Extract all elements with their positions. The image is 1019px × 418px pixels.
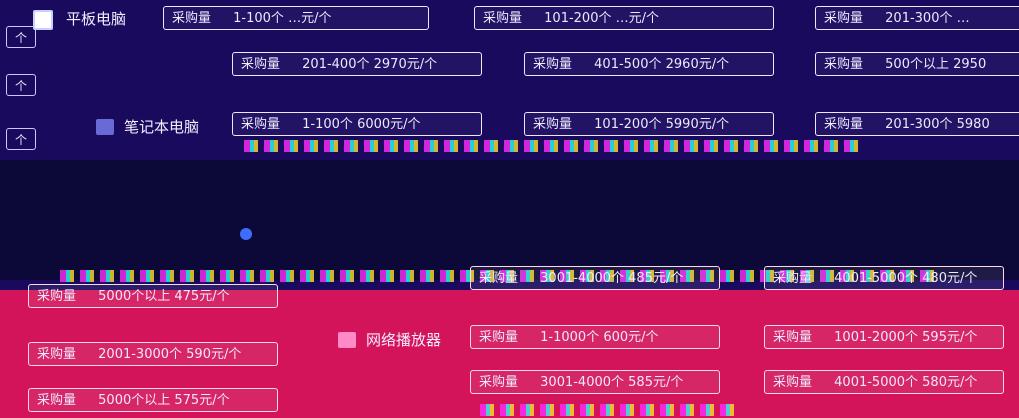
qty-label: 采购量 bbox=[483, 11, 523, 26]
qty-label: 采购量 bbox=[824, 57, 864, 72]
side-unit-1: 个 bbox=[6, 26, 36, 48]
blue-dot-icon bbox=[240, 228, 252, 240]
category-checkbox[interactable] bbox=[33, 10, 53, 30]
unit-price: 475元/个 bbox=[174, 289, 230, 304]
unit-price: 595元/个 bbox=[922, 330, 978, 345]
qty-range: 4001-5000个 bbox=[834, 271, 919, 286]
qty-label: 采购量 bbox=[824, 11, 864, 26]
side-unit-3: 个 bbox=[6, 128, 36, 150]
unit-price: 600元/个 bbox=[603, 330, 659, 345]
unit-price: 575元/个 bbox=[174, 393, 230, 408]
unit-price: 2970元/个 bbox=[373, 57, 438, 72]
price-card[interactable]: 采购量 5000个以上 475元/个 bbox=[28, 284, 278, 308]
qty-label: 采购量 bbox=[37, 347, 77, 362]
qty-label: 采购量 bbox=[479, 375, 519, 390]
category-mp3[interactable]: 网络播放器 bbox=[338, 329, 441, 350]
category-flat[interactable]: 平板电脑 bbox=[66, 8, 126, 29]
qty-label: 采购量 bbox=[824, 117, 864, 132]
qty-range: 101-200个 bbox=[594, 117, 662, 132]
unit-price: 480元/个 bbox=[922, 271, 978, 286]
unit-price: 580元/个 bbox=[922, 375, 978, 390]
unit-price: 2960元/个 bbox=[665, 57, 730, 72]
qty-range: 5000个以上 bbox=[98, 393, 171, 408]
price-card[interactable]: 采购量 1-100个 6000元/个 bbox=[232, 112, 482, 136]
render-artifact bbox=[244, 140, 864, 152]
qty-range: 201-400个 bbox=[302, 57, 370, 72]
qty-label: 采购量 bbox=[172, 11, 212, 26]
unit-price: …元/个 bbox=[288, 11, 332, 26]
qty-range: 5000个以上 bbox=[98, 289, 171, 304]
qty-label: 采购量 bbox=[533, 117, 573, 132]
qty-range: 101-200个 bbox=[544, 11, 612, 26]
category-laptop[interactable]: 笔记本电脑 bbox=[96, 116, 199, 137]
price-card[interactable]: 采购量 500个以上 2950 bbox=[815, 52, 1019, 76]
price-card[interactable]: 采购量 201-300个 5980 bbox=[815, 112, 1019, 136]
qty-label: 采购量 bbox=[37, 393, 77, 408]
price-card[interactable]: 采购量 201-300个 … bbox=[815, 6, 1019, 30]
qty-range: 1-1000个 bbox=[540, 330, 600, 345]
qty-range: 500个以上 bbox=[885, 57, 949, 72]
side-unit-2: 个 bbox=[6, 74, 36, 96]
qty-label: 采购量 bbox=[773, 375, 813, 390]
qty-label: 采购量 bbox=[773, 330, 813, 345]
qty-label: 采购量 bbox=[241, 117, 281, 132]
unit-price: … bbox=[956, 11, 970, 26]
price-card[interactable]: 采购量 1-100个 …元/个 bbox=[163, 6, 429, 30]
price-card[interactable]: 采购量 101-200个 5990元/个 bbox=[524, 112, 774, 136]
unit-price: 2950 bbox=[953, 57, 987, 72]
category-mp3-label: 网络播放器 bbox=[366, 331, 442, 349]
qty-range: 1-100个 bbox=[233, 11, 284, 26]
qty-label: 采购量 bbox=[773, 271, 813, 286]
qty-range: 1001-2000个 bbox=[834, 330, 919, 345]
qty-range: 3001-4000个 bbox=[540, 271, 625, 286]
unit-price: 585元/个 bbox=[628, 375, 684, 390]
unit-price: 5980 bbox=[956, 117, 990, 132]
category-laptop-label: 笔记本电脑 bbox=[124, 118, 200, 136]
unit-price: …元/个 bbox=[615, 11, 660, 26]
price-card[interactable]: 采购量 1-1000个 600元/个 bbox=[470, 325, 720, 349]
media-player-icon bbox=[338, 331, 356, 348]
qty-range: 3001-4000个 bbox=[540, 375, 625, 390]
middle-background bbox=[0, 160, 1019, 280]
qty-label: 采购量 bbox=[479, 330, 519, 345]
price-card[interactable]: 采购量 4001-5000个 580元/个 bbox=[764, 370, 1004, 394]
qty-label: 采购量 bbox=[241, 57, 281, 72]
qty-range: 201-300个 bbox=[885, 11, 953, 26]
price-card[interactable]: 采购量 101-200个 …元/个 bbox=[474, 6, 774, 30]
category-flat-label: 平板电脑 bbox=[66, 10, 127, 28]
unit-price: 6000元/个 bbox=[357, 117, 421, 132]
qty-range: 4001-5000个 bbox=[834, 375, 919, 390]
price-card[interactable]: 采购量 201-400个 2970元/个 bbox=[232, 52, 482, 76]
unit-price: 485元/个 bbox=[628, 271, 684, 286]
laptop-icon bbox=[96, 118, 114, 135]
qty-range: 1-100个 bbox=[302, 117, 353, 132]
qty-range: 201-300个 bbox=[885, 117, 953, 132]
qty-range: 401-500个 bbox=[594, 57, 662, 72]
qty-label: 采购量 bbox=[479, 271, 519, 286]
render-artifact bbox=[480, 404, 740, 416]
qty-label: 采购量 bbox=[533, 57, 573, 72]
price-card[interactable]: 采购量 4001-5000个 480元/个 bbox=[764, 266, 1004, 290]
price-card[interactable]: 采购量 1001-2000个 595元/个 bbox=[764, 325, 1004, 349]
unit-price: 590元/个 bbox=[186, 347, 242, 362]
price-card[interactable]: 采购量 3001-4000个 485元/个 bbox=[470, 266, 720, 290]
price-card[interactable]: 采购量 2001-3000个 590元/个 bbox=[28, 342, 278, 366]
price-card[interactable]: 采购量 401-500个 2960元/个 bbox=[524, 52, 774, 76]
price-card[interactable]: 采购量 5000个以上 575元/个 bbox=[28, 388, 278, 412]
unit-price: 5990元/个 bbox=[665, 117, 730, 132]
price-card[interactable]: 采购量 3001-4000个 585元/个 bbox=[470, 370, 720, 394]
qty-label: 采购量 bbox=[37, 289, 77, 304]
qty-range: 2001-3000个 bbox=[98, 347, 183, 362]
